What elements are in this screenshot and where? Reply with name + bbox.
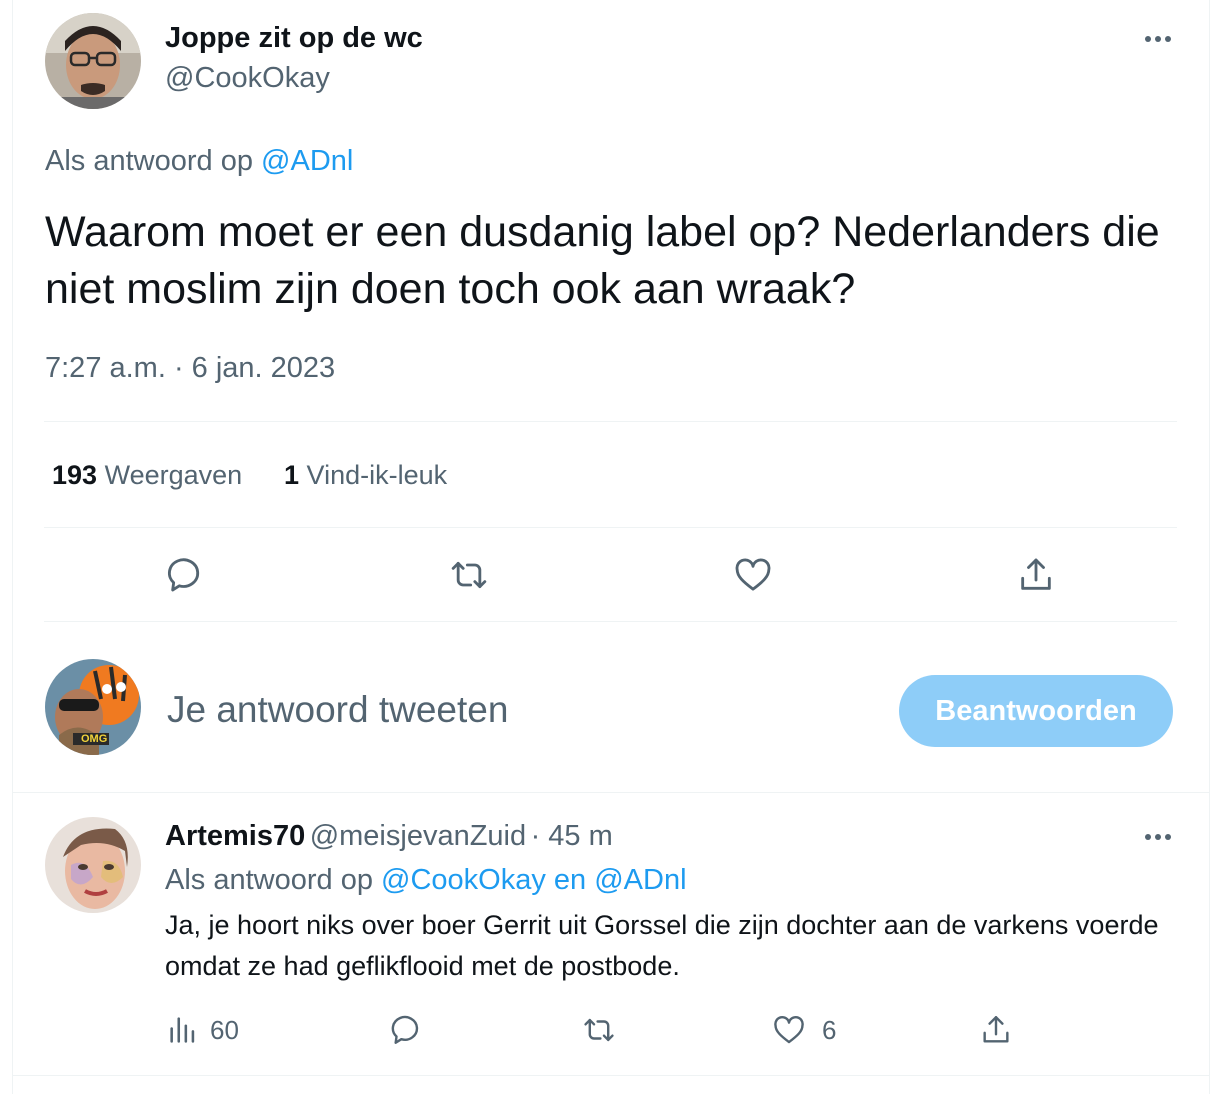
more-options-icon[interactable] <box>1145 36 1171 42</box>
avatar-badge: OMG <box>81 733 108 745</box>
divider <box>44 421 1177 422</box>
views-stat[interactable]: 193 Weergaven <box>52 460 242 491</box>
reply-prefix: Als antwoord op <box>45 145 253 177</box>
reply-more-options-icon[interactable] <box>1145 834 1171 840</box>
views-icon <box>170 1017 195 1043</box>
reply-author-handle[interactable]: @meisjevanZuid <box>310 820 526 852</box>
reply-author-avatar[interactable] <box>45 817 141 913</box>
tweet-text: Waarom moet er een dusdanig label op? Ne… <box>45 208 1160 313</box>
author-handle[interactable]: @CookOkay <box>165 62 330 95</box>
like-icon[interactable] <box>731 553 775 597</box>
author-name[interactable]: Joppe zit op de wc <box>165 22 423 55</box>
retweet-icon[interactable] <box>447 553 491 597</box>
reply-views-action[interactable]: 60 <box>166 1013 239 1047</box>
likes-count: 1 <box>284 460 300 490</box>
tweet-timestamp[interactable]: 7:27 a.m. · 6 jan. 2023 <box>45 352 335 385</box>
reply-target-links[interactable]: @CookOkay en @ADnl <box>381 864 687 896</box>
reply-context: Als antwoord op @ADnl <box>45 145 353 178</box>
section-divider <box>12 1075 1210 1076</box>
author-avatar[interactable] <box>45 13 141 109</box>
reply-like-action[interactable]: 6 <box>772 1013 836 1047</box>
user-avatar[interactable]: OMG <box>45 659 141 755</box>
like-icon <box>774 1016 804 1044</box>
reply-input[interactable]: Je antwoord tweeten <box>167 689 508 731</box>
reply-likes-count: 6 <box>822 1014 837 1045</box>
views-count: 193 <box>52 460 98 490</box>
divider <box>44 527 1177 528</box>
reply-header: Artemis70 @meisjevanZuid · 45 m <box>165 820 613 853</box>
divider <box>44 621 1177 622</box>
likes-stat[interactable]: 1 Vind-ik-leuk <box>284 460 447 491</box>
reply-share-icon[interactable] <box>979 1013 1013 1047</box>
reply-prefix: Als antwoord op <box>165 864 373 896</box>
reply-author-name[interactable]: Artemis70 <box>165 820 305 852</box>
section-divider <box>12 792 1210 793</box>
reply-text: Ja, je hoort niks over boer Gerrit uit G… <box>165 910 1159 981</box>
reply-icon[interactable] <box>164 553 208 597</box>
reply-button[interactable]: Beantwoorden <box>899 675 1173 747</box>
reply-reply-icon[interactable] <box>390 1013 424 1047</box>
likes-label: Vind-ik-leuk <box>306 460 448 490</box>
reply-target-link[interactable]: @ADnl <box>261 145 353 177</box>
reply-views-count: 60 <box>210 1014 239 1045</box>
reply-context: Als antwoord op @CookOkay en @ADnl <box>165 864 687 897</box>
reply-retweet-icon[interactable] <box>582 1013 616 1047</box>
reply-time[interactable]: · 45 m <box>531 820 613 852</box>
views-label: Weergaven <box>104 460 243 490</box>
share-icon[interactable] <box>1014 553 1058 597</box>
